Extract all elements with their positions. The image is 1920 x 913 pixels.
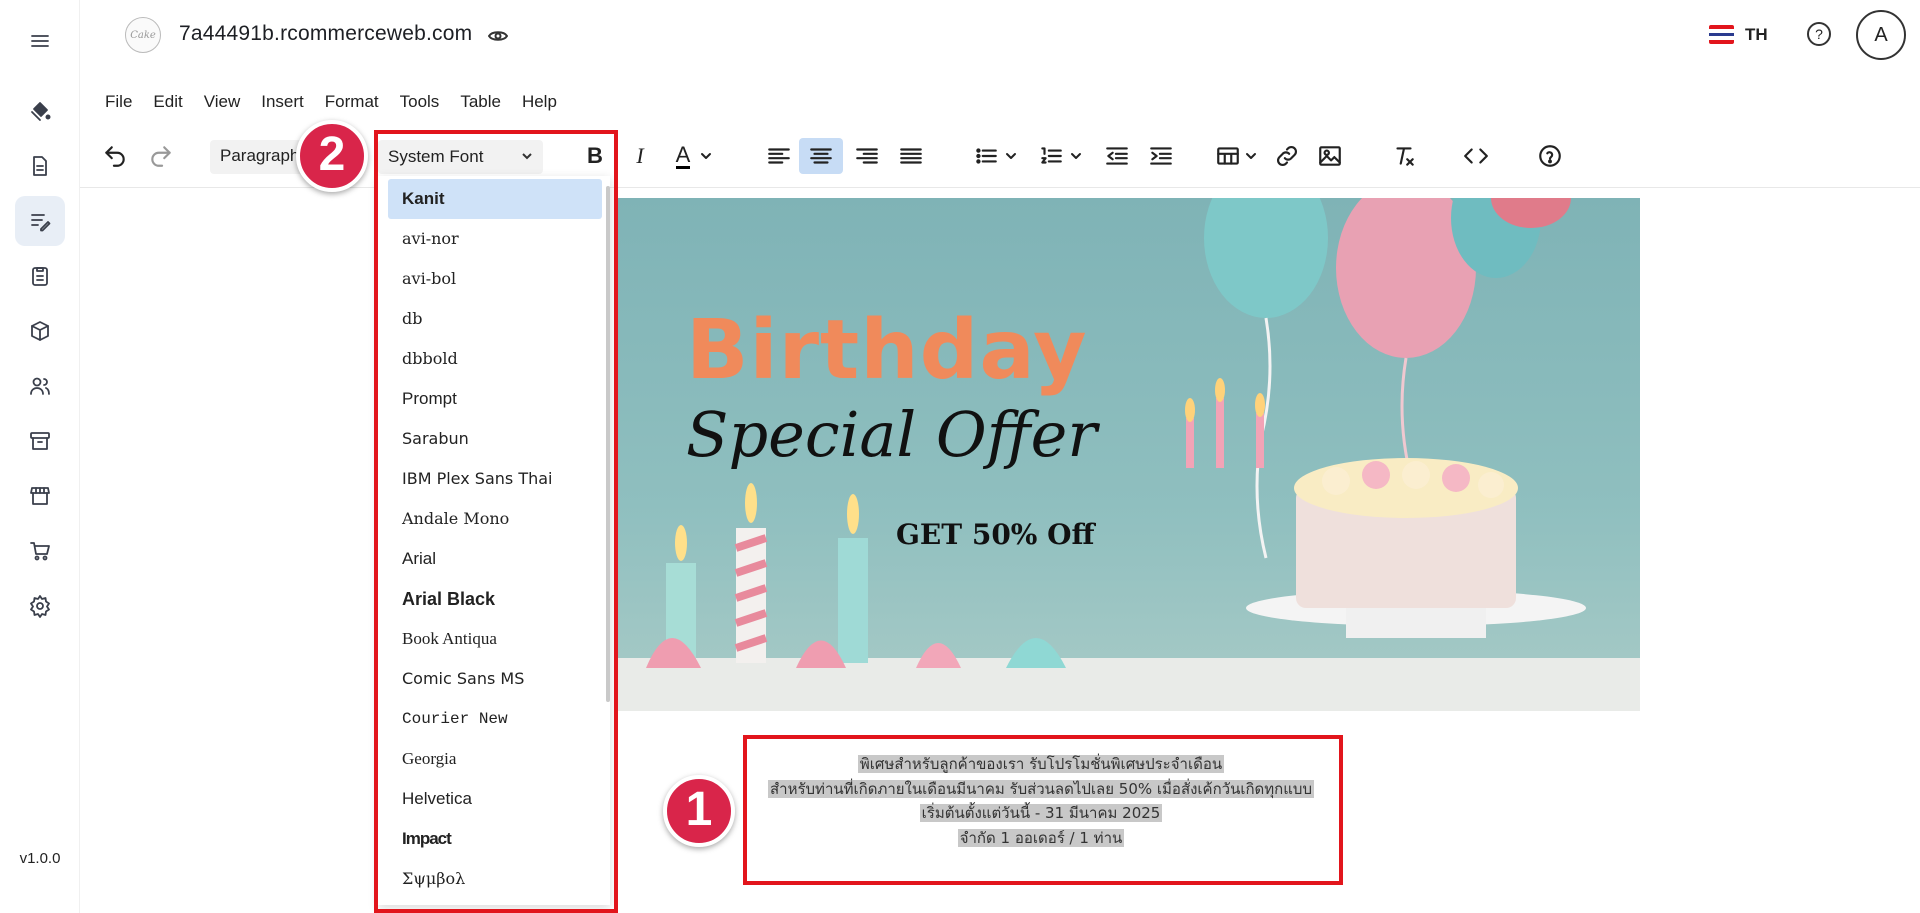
banner-title: Birthday (686, 303, 1088, 398)
site-name: 7a44491b.rcommerceweb.com (179, 22, 473, 45)
editor-menubar: File Edit View Insert Format Tools Table… (80, 92, 557, 120)
text-highlight-box (743, 735, 1343, 885)
dropdown-highlight-box (374, 130, 618, 913)
cart-icon[interactable] (15, 526, 65, 576)
document-icon[interactable] (15, 141, 65, 191)
align-justify-icon[interactable] (892, 138, 930, 174)
birthday-banner-image[interactable]: Birthday Special Offer GET 50% Off (616, 198, 1640, 711)
version-label: v1.0.0 (19, 850, 61, 867)
menu-icon[interactable] (15, 16, 65, 66)
align-left-icon[interactable] (760, 138, 798, 174)
top-header: Cake 7a44491b.rcommerceweb.com TH ? A (80, 0, 1920, 72)
text-color-button[interactable]: A (664, 138, 724, 174)
indent-icon[interactable] (1142, 138, 1180, 174)
eye-icon[interactable] (487, 28, 509, 48)
align-center-icon[interactable] (799, 138, 843, 174)
bullet-list-icon[interactable] (965, 138, 1025, 174)
outdent-icon[interactable] (1098, 138, 1136, 174)
avatar[interactable]: A (1856, 10, 1906, 60)
thai-flag-icon[interactable] (1709, 25, 1734, 44)
box-icon[interactable] (15, 306, 65, 356)
users-icon[interactable] (15, 361, 65, 411)
help-icon[interactable] (1531, 138, 1569, 174)
chevron-down-icon (1071, 153, 1081, 159)
menu-file[interactable]: File (105, 92, 132, 120)
clear-formatting-icon[interactable] (1385, 138, 1423, 174)
menu-edit[interactable]: Edit (153, 92, 182, 120)
menu-format[interactable]: Format (325, 92, 379, 120)
store-icon[interactable] (15, 471, 65, 521)
language-label[interactable]: TH (1745, 25, 1768, 45)
chevron-down-icon (1246, 153, 1256, 159)
archive-icon[interactable] (15, 416, 65, 466)
edit-lines-icon[interactable] (15, 196, 65, 246)
menu-view[interactable]: View (204, 92, 241, 120)
settings-icon[interactable] (15, 581, 65, 631)
redo-icon[interactable] (146, 138, 176, 174)
chevron-down-icon (1006, 153, 1016, 159)
banner-subtitle: Special Offer (686, 398, 1097, 471)
link-icon[interactable] (1268, 138, 1306, 174)
image-icon[interactable] (1311, 138, 1349, 174)
step-badge-2: 2 (296, 120, 368, 192)
sidebar: v1.0.0 (0, 0, 80, 913)
paint-bucket-icon[interactable] (15, 86, 65, 136)
menu-table[interactable]: Table (460, 92, 501, 120)
menu-help[interactable]: Help (522, 92, 557, 120)
menu-insert[interactable]: Insert (261, 92, 304, 120)
source-code-icon[interactable] (1457, 138, 1495, 174)
italic-button[interactable]: I (625, 138, 655, 174)
site-logo: Cake (125, 17, 161, 53)
numbered-list-icon[interactable] (1030, 138, 1090, 174)
table-icon[interactable] (1208, 138, 1264, 174)
undo-icon[interactable] (100, 138, 130, 174)
banner-offer: GET 50% Off (896, 518, 1095, 551)
menu-tools[interactable]: Tools (400, 92, 440, 120)
chevron-down-icon (701, 153, 712, 159)
text-color-letter: A (675, 141, 691, 169)
align-right-icon[interactable] (848, 138, 886, 174)
step-badge-1: 1 (663, 775, 735, 847)
clipboard-icon[interactable] (15, 251, 65, 301)
help-icon[interactable]: ? (1807, 22, 1831, 46)
